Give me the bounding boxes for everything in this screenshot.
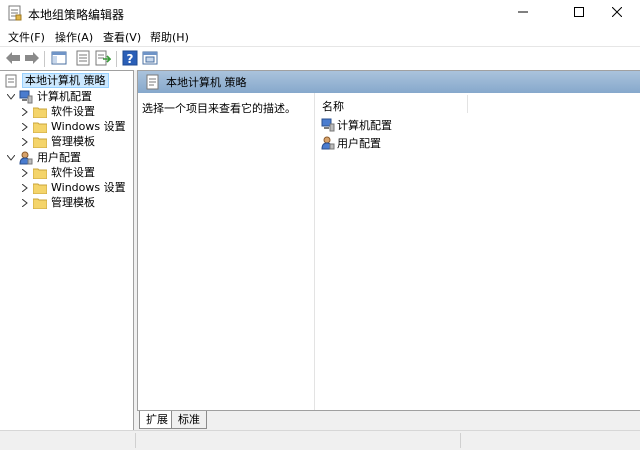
menu-help[interactable]: 帮助(H) bbox=[150, 29, 189, 45]
list-item-user-config[interactable]: 用户配置 bbox=[321, 135, 381, 151]
menu-view[interactable]: 查看(V) bbox=[103, 29, 141, 45]
computer-icon bbox=[321, 118, 335, 132]
view-tabs: 扩展 标准 bbox=[137, 410, 640, 430]
properties-icon bbox=[75, 50, 91, 69]
menu-action[interactable]: 操作(A) bbox=[55, 29, 93, 45]
tree-node-label: Windows 设置 bbox=[51, 120, 126, 133]
tree-node-label: 用户配置 bbox=[37, 151, 81, 164]
tree-node-user-software[interactable]: 软件设置 bbox=[20, 165, 95, 180]
console-icon bbox=[142, 50, 158, 69]
column-header-name[interactable]: 名称 bbox=[318, 95, 468, 113]
title-bar: 本地组策略编辑器 bbox=[0, 0, 640, 26]
status-bar bbox=[0, 430, 640, 450]
tree-node-computer-windows[interactable]: Windows 设置 bbox=[20, 119, 126, 134]
console-button[interactable] bbox=[141, 50, 159, 68]
policy-document-icon bbox=[146, 74, 160, 90]
folder-icon bbox=[33, 135, 47, 149]
minimize-button[interactable] bbox=[500, 0, 546, 26]
content-header: 本地计算机 策略 bbox=[138, 71, 640, 93]
tree-node-label: 计算机配置 bbox=[37, 90, 92, 103]
tree-node-label: Windows 设置 bbox=[51, 181, 126, 194]
close-button[interactable] bbox=[594, 0, 640, 26]
toolbar-separator bbox=[116, 51, 117, 67]
back-button[interactable] bbox=[4, 50, 22, 68]
folder-icon bbox=[33, 196, 47, 210]
help-icon: ? bbox=[122, 50, 138, 69]
description-text: 选择一个项目来查看它的描述。 bbox=[142, 102, 296, 115]
list-item-computer-config[interactable]: 计算机配置 bbox=[321, 117, 392, 133]
tab-extended[interactable]: 扩展 bbox=[139, 411, 175, 429]
chevron-right-icon[interactable] bbox=[20, 134, 30, 149]
menu-file[interactable]: 文件(F) bbox=[8, 29, 45, 45]
tree-node-computer-config[interactable]: 计算机配置 bbox=[6, 89, 92, 104]
tree-node-label: 软件设置 bbox=[51, 105, 95, 118]
tree-node-computer-admin-templates[interactable]: 管理模板 bbox=[20, 134, 95, 149]
chevron-right-icon[interactable] bbox=[20, 104, 30, 119]
chevron-down-icon[interactable] bbox=[6, 89, 16, 104]
chevron-right-icon[interactable] bbox=[20, 180, 30, 195]
close-icon bbox=[611, 6, 623, 20]
folder-icon bbox=[33, 105, 47, 119]
menu-bar: 文件(F) 操作(A) 查看(V) 帮助(H) bbox=[0, 26, 640, 46]
folder-icon bbox=[33, 120, 47, 134]
user-icon bbox=[321, 136, 335, 150]
window-title: 本地组策略编辑器 bbox=[28, 8, 125, 22]
tree-node-root[interactable]: 本地计算机 策略 bbox=[4, 73, 109, 88]
minimize-icon bbox=[518, 7, 528, 20]
tree-pane: 本地计算机 策略 计算机配置 软件设置 Windows 设置 管理模板 用户配置… bbox=[0, 70, 134, 430]
tree-node-label: 管理模板 bbox=[51, 135, 95, 148]
folder-icon bbox=[33, 166, 47, 180]
chevron-down-icon[interactable] bbox=[6, 150, 16, 165]
show-hide-tree-button[interactable] bbox=[50, 50, 68, 68]
user-icon bbox=[19, 151, 33, 165]
content-header-title: 本地计算机 策略 bbox=[166, 76, 247, 89]
chevron-right-icon[interactable] bbox=[20, 195, 30, 210]
list-item-label: 用户配置 bbox=[337, 136, 381, 150]
back-arrow-icon bbox=[5, 51, 21, 68]
forward-arrow-icon bbox=[24, 51, 40, 68]
chevron-right-icon[interactable] bbox=[20, 119, 30, 134]
toolbar-separator bbox=[44, 51, 45, 67]
svg-text:?: ? bbox=[127, 52, 134, 66]
list-item-label: 计算机配置 bbox=[337, 118, 392, 132]
folder-icon bbox=[33, 181, 47, 195]
policy-document-icon bbox=[8, 5, 22, 21]
column-header-label: 名称 bbox=[322, 100, 344, 113]
help-button[interactable]: ? bbox=[121, 50, 139, 68]
tree-node-user-admin-templates[interactable]: 管理模板 bbox=[20, 195, 95, 210]
tree-node-label: 软件设置 bbox=[51, 166, 95, 179]
chevron-right-icon[interactable] bbox=[20, 165, 30, 180]
show-hide-tree-icon bbox=[51, 50, 67, 69]
maximize-icon bbox=[574, 6, 584, 20]
toolbar: ? bbox=[0, 46, 640, 70]
tree-node-user-windows[interactable]: Windows 设置 bbox=[20, 180, 126, 195]
content-divider bbox=[314, 93, 315, 411]
tree-node-user-config[interactable]: 用户配置 bbox=[6, 150, 81, 165]
status-segment bbox=[135, 433, 136, 448]
status-segment bbox=[460, 433, 461, 448]
tree-node-label: 本地计算机 策略 bbox=[22, 73, 109, 88]
tab-standard[interactable]: 标准 bbox=[171, 411, 207, 429]
computer-icon bbox=[19, 90, 33, 104]
policy-document-icon bbox=[4, 74, 18, 88]
forward-button[interactable] bbox=[23, 50, 41, 68]
export-list-button[interactable] bbox=[94, 50, 112, 68]
export-list-icon bbox=[95, 50, 112, 69]
tree-node-label: 管理模板 bbox=[51, 196, 95, 209]
tree-node-computer-software[interactable]: 软件设置 bbox=[20, 104, 95, 119]
properties-button[interactable] bbox=[74, 50, 92, 68]
content-pane: 本地计算机 策略 选择一个项目来查看它的描述。 名称 计算机配置 用户配置 bbox=[137, 70, 640, 411]
